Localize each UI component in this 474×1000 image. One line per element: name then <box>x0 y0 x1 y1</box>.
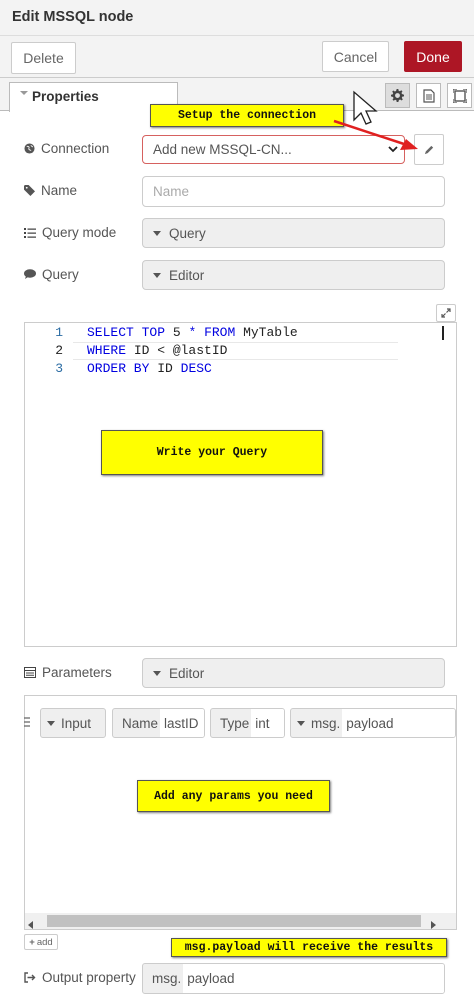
drag-handle-icon[interactable] <box>24 716 32 731</box>
sign-out-icon <box>24 972 36 983</box>
mouse-cursor-icon <box>353 90 378 125</box>
name-placeholder: Name <box>153 184 190 199</box>
scrollbar-thumb[interactable] <box>47 915 421 927</box>
code-line: 1 SELECT TOP 5 * FROM MyTable <box>25 325 455 343</box>
output-value: payload <box>183 964 444 993</box>
table-icon <box>24 667 36 678</box>
document-icon <box>422 88 435 103</box>
frame-icon <box>452 88 467 103</box>
connection-label-text: Connection <box>41 141 110 156</box>
cancel-button[interactable]: Cancel <box>322 41 389 72</box>
caret-down-icon <box>153 230 161 236</box>
list-icon <box>24 228 36 238</box>
caret-down-icon <box>297 720 305 726</box>
line-number: 1 <box>55 325 63 340</box>
comment-icon <box>24 269 36 279</box>
pencil-icon <box>424 145 433 155</box>
annotation-query: Write your Query <box>101 430 323 475</box>
scroll-right-icon[interactable] <box>430 917 436 932</box>
annotation-results: msg.payload will receive the results <box>171 938 447 957</box>
query-mode-label-text: Query mode <box>42 225 117 240</box>
connection-value: Add new MSSQL-CN... <box>153 142 292 157</box>
param-name-value: lastID <box>160 709 204 737</box>
query-label-text: Query <box>42 267 79 282</box>
param-type-label: Type <box>220 715 250 731</box>
query-type-select[interactable]: Editor <box>142 260 445 290</box>
output-property-field[interactable]: msg. payload <box>142 963 445 994</box>
caret-down-icon <box>47 720 55 726</box>
annotation-params: Add any params you need <box>137 780 330 812</box>
param-source-value: payload <box>342 709 455 737</box>
code-text: WHERE ID < @lastID <box>87 343 228 358</box>
output-property-label-text: Output property <box>42 970 136 985</box>
param-name-label: Name <box>122 715 159 731</box>
annotation-setup: Setup the connection <box>150 104 344 127</box>
caret-down-icon <box>153 272 161 278</box>
parameters-label-text: Parameters <box>42 665 112 680</box>
query-mode-select[interactable]: Query <box>142 218 445 248</box>
param-direction-value: Input <box>61 715 92 731</box>
param-type-value: int <box>251 709 284 737</box>
expand-icon <box>441 308 451 318</box>
done-button[interactable]: Done <box>404 41 462 72</box>
tab-properties-label: Properties <box>32 89 99 104</box>
gear-icon <box>391 89 404 102</box>
parameters-type-select[interactable]: Editor <box>142 658 445 688</box>
dialog-title: Edit MSSQL node <box>12 9 134 25</box>
scroll-left-icon[interactable] <box>28 917 34 932</box>
query-mode-value: Query <box>169 225 206 241</box>
query-mode-label: Query mode <box>24 225 116 240</box>
param-type-field[interactable]: Type int <box>210 708 285 738</box>
add-param-label: add <box>36 936 53 948</box>
delete-button[interactable]: Delete <box>11 42 76 74</box>
globe-icon <box>24 143 35 154</box>
param-name-field[interactable]: Name lastID <box>112 708 205 738</box>
query-type-value: Editor <box>169 267 205 283</box>
name-label: Name <box>24 183 77 198</box>
name-input[interactable]: Name <box>142 176 445 207</box>
plus-icon: + <box>29 936 35 948</box>
text-cursor <box>442 326 444 340</box>
code-text: ORDER BY ID DESC <box>87 361 212 376</box>
output-prefix: msg. <box>152 971 182 986</box>
param-direction-select[interactable]: Input <box>40 708 106 738</box>
tab-description[interactable] <box>416 83 441 108</box>
code-text: SELECT TOP 5 * FROM MyTable <box>87 325 298 340</box>
caret-down-icon <box>153 670 161 676</box>
tag-icon <box>24 185 35 196</box>
parameters-label: Parameters <box>24 665 112 680</box>
line-number: 2 <box>55 343 63 358</box>
connection-label: Connection <box>24 141 109 156</box>
parameters-type-value: Editor <box>169 665 205 681</box>
code-line: 3 ORDER BY ID DESC <box>25 361 455 379</box>
param-source-prefix: msg. <box>311 715 341 731</box>
output-property-label: Output property <box>24 970 136 985</box>
line-number: 3 <box>55 361 63 376</box>
param-source-field[interactable]: msg. payload <box>290 708 456 738</box>
query-label: Query <box>24 267 79 282</box>
name-label-text: Name <box>41 183 78 198</box>
add-param-button[interactable]: + add <box>24 934 58 950</box>
expand-editor-button[interactable] <box>436 304 456 322</box>
tab-appearance[interactable] <box>447 83 472 108</box>
tab-settings[interactable] <box>385 83 410 108</box>
code-line: 2 WHERE ID < @lastID <box>25 343 455 361</box>
query-editor[interactable]: 1 SELECT TOP 5 * FROM MyTable 2 WHERE ID… <box>24 322 457 647</box>
tab-bullet-icon <box>20 91 28 95</box>
